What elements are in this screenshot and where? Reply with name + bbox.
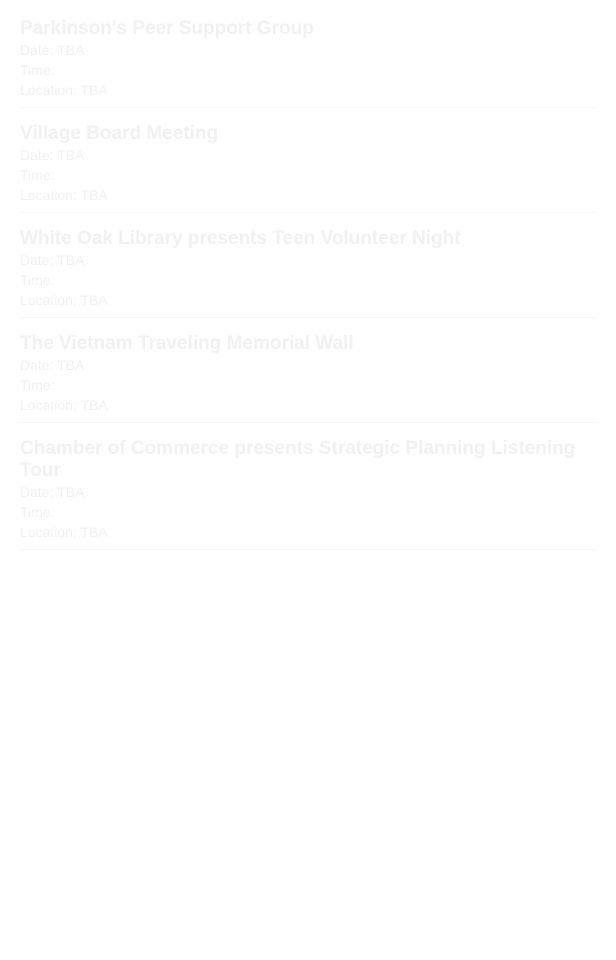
event-item: The Vietnam Traveling Memorial Wall Date… [20,333,596,423]
event-date: Date: TBA [20,357,85,373]
event-date: Date: TBA [20,252,85,268]
event-location: Location: TBA [20,524,108,540]
event-title[interactable]: Village Board Meeting [20,123,596,145]
event-date: Date: TBA [20,147,85,163]
event-time: Time: [20,167,55,183]
event-date: Date: TBA [20,42,85,58]
event-location: Location: TBA [20,187,108,203]
event-title[interactable]: The Vietnam Traveling Memorial Wall [20,333,596,355]
event-location: Location: TBA [20,397,108,413]
event-title[interactable]: Parkinson's Peer Support Group [20,18,596,40]
event-item: Chamber of Commerce presents Strategic P… [20,438,596,550]
event-title[interactable]: Chamber of Commerce presents Strategic P… [20,438,596,482]
event-location: Location: TBA [20,82,108,98]
event-item: Village Board Meeting Date: TBA Time: Lo… [20,123,596,213]
event-time: Time: [20,377,55,393]
event-title[interactable]: White Oak Library presents Teen Voluntee… [20,228,596,250]
event-item: Parkinson's Peer Support Group Date: TBA… [20,18,596,108]
event-date: Date: TBA [20,484,85,500]
event-time: Time: [20,504,55,520]
event-item: White Oak Library presents Teen Voluntee… [20,228,596,318]
event-location: Location: TBA [20,292,108,308]
events-list: Parkinson's Peer Support Group Date: TBA… [20,18,596,565]
event-time: Time: [20,272,55,288]
event-time: Time: [20,62,55,78]
